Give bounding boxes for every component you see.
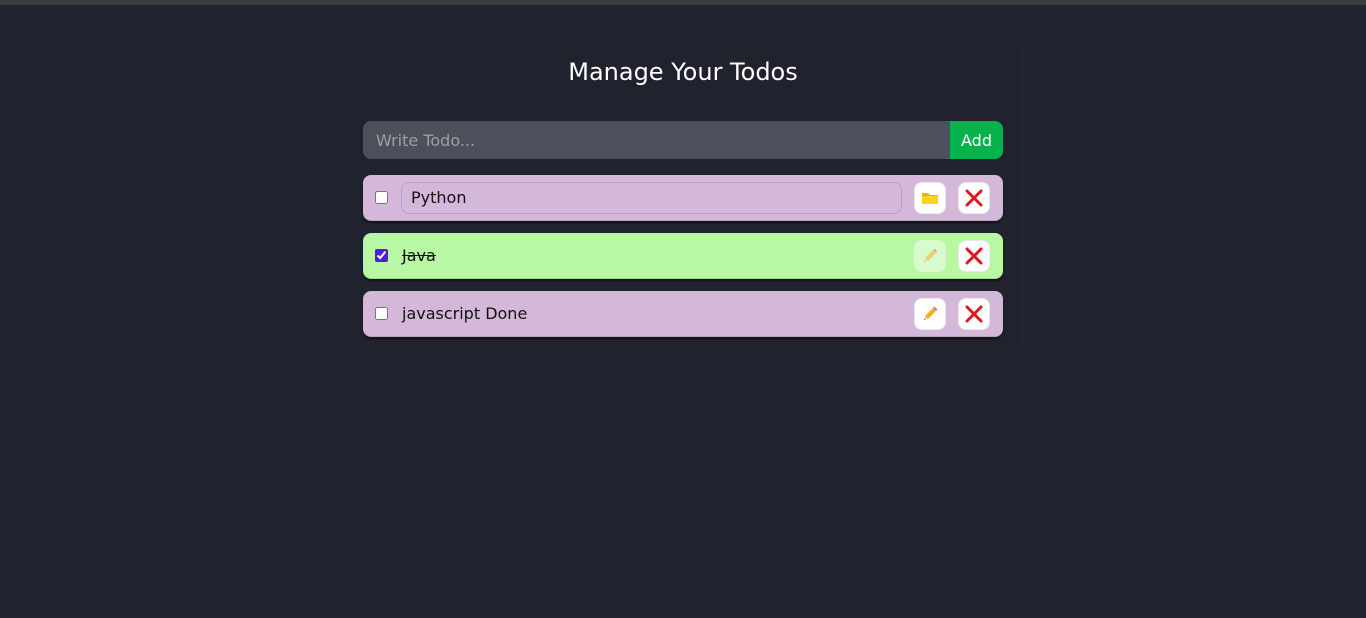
- todo-checkbox[interactable]: [375, 307, 388, 320]
- folder-icon: [922, 193, 938, 204]
- delete-todo-button[interactable]: [958, 298, 990, 330]
- todo-list: Python Java javascript Done: [363, 175, 1003, 349]
- delete-todo-button[interactable]: [958, 240, 990, 272]
- todo-item: javascript Done: [363, 291, 1003, 337]
- add-todo-form: Add: [363, 121, 1003, 159]
- todo-checkbox[interactable]: [375, 191, 388, 204]
- delete-todo-button[interactable]: [958, 182, 990, 214]
- todo-input[interactable]: [363, 121, 950, 159]
- todo-text-field[interactable]: Java: [401, 240, 902, 272]
- pencil-icon: [924, 248, 938, 262]
- browser-top-strip: [0, 0, 1366, 5]
- todo-item: Python: [363, 175, 1003, 221]
- save-todo-button[interactable]: [914, 182, 946, 214]
- todo-checkbox[interactable]: [375, 249, 388, 262]
- todo-text-field[interactable]: javascript Done: [401, 298, 902, 330]
- page-title: Manage Your Todos: [568, 58, 798, 86]
- edit-todo-button[interactable]: [914, 298, 946, 330]
- todo-item: Java: [363, 233, 1003, 279]
- edit-todo-button[interactable]: [914, 240, 946, 272]
- add-button[interactable]: Add: [950, 121, 1003, 159]
- todo-text-field[interactable]: Python: [401, 182, 902, 214]
- close-icon: [965, 189, 983, 207]
- close-icon: [965, 305, 983, 323]
- pencil-icon: [924, 306, 938, 320]
- close-icon: [965, 247, 983, 265]
